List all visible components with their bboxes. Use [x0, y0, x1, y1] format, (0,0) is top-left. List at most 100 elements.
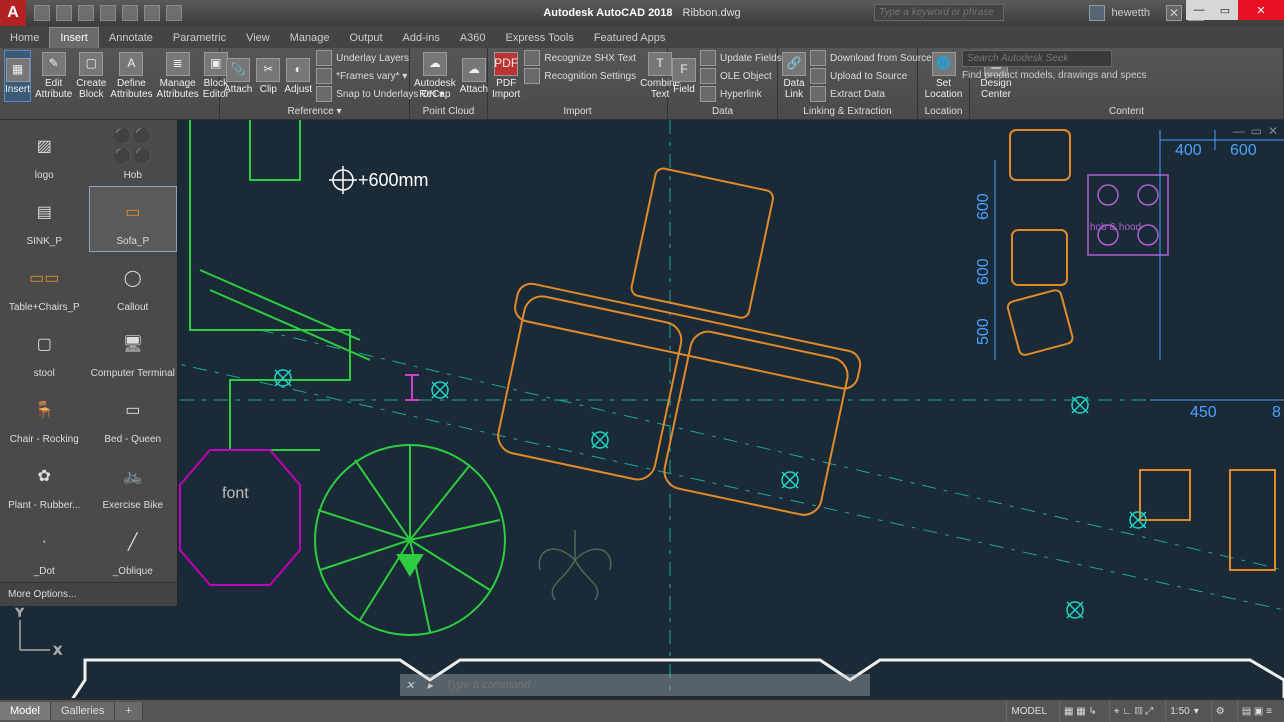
pc-attach-button[interactable]: ☁Attach — [460, 50, 488, 102]
tab-insert[interactable]: Insert — [49, 27, 99, 48]
status-snap-icons[interactable]: ⌖ ∟ ▥ ⤢ — [1109, 700, 1157, 722]
panel-linking-title: Linking & Extraction — [782, 104, 913, 119]
tab-parametric[interactable]: Parametric — [163, 28, 236, 48]
title-bar: A Autodesk AutoCAD 2018 Ribbon.dwg hewet… — [0, 0, 1284, 26]
dim-400: 400 — [1175, 142, 1202, 159]
tab-manage[interactable]: Manage — [280, 28, 340, 48]
panel-reference-title[interactable]: Reference ▾ — [224, 104, 405, 119]
palette-item-hob[interactable]: ⚫⚫ ⚫⚫Hob — [89, 120, 178, 186]
palette-item-table-chairs-p[interactable]: ▭▭Table+Chairs_P — [0, 252, 89, 318]
drawing-canvas[interactable]: font hob & hood 400 600 600 60 — [0, 120, 1284, 698]
viewport-min-icon[interactable]: — — [1233, 124, 1245, 138]
set-location-button[interactable]: 🌐Set Location — [922, 50, 965, 102]
palette-item-bed-queen[interactable]: ▭Bed - Queen — [89, 384, 178, 450]
palette-thumb-icon: 🪑 — [20, 390, 68, 430]
open-icon[interactable] — [56, 5, 72, 21]
palette-thumb-icon: ╱ — [109, 522, 157, 562]
command-line[interactable]: ✕ ▸ — [400, 674, 870, 696]
maximize-button[interactable]: ▭ — [1212, 0, 1238, 20]
attach-button[interactable]: 📎Attach — [224, 50, 252, 102]
palette-item-logo[interactable]: ▨logo — [0, 120, 89, 186]
palette-item-sink-p[interactable]: ▤SINK_P — [0, 186, 89, 252]
layout-tab-add[interactable]: + — [115, 702, 142, 720]
saveas-icon[interactable] — [100, 5, 116, 21]
palette-more-options[interactable]: More Options... — [0, 582, 177, 606]
create-block-icon: ▢ — [79, 52, 103, 76]
layers-icon — [316, 50, 332, 66]
tab-home[interactable]: Home — [0, 28, 49, 48]
cmd-prompt-icon: ▸ — [420, 679, 440, 692]
cmd-close-icon[interactable]: ✕ — [400, 679, 420, 692]
tab-express[interactable]: Express Tools — [496, 28, 584, 48]
adjust-button[interactable]: ◐Adjust — [284, 50, 312, 102]
palette-thumb-icon: 🖥 — [109, 324, 157, 364]
window-title: Autodesk AutoCAD 2018 Ribbon.dwg — [543, 7, 740, 19]
layout-tab-model[interactable]: Model — [0, 702, 51, 720]
status-bar: MODEL ▦ ▦ ↳ ⌖ ∟ ▥ ⤢ 1:50 ▾ ⚙ ▤ ▣ ≡ — [998, 700, 1284, 722]
viewport-max-icon[interactable]: ▭ — [1251, 124, 1262, 138]
recognition-settings-button[interactable]: Recognition Settings — [524, 68, 636, 84]
palette-item-stool[interactable]: ▢stool — [0, 318, 89, 384]
plot-icon[interactable] — [122, 5, 138, 21]
layout-tab-galleries[interactable]: Galleries — [51, 702, 115, 720]
status-grid-icon[interactable]: ▦ ▦ ↳ — [1059, 700, 1101, 722]
minimize-button[interactable]: — — [1186, 0, 1212, 20]
status-scale[interactable]: 1:50 ▾ — [1165, 700, 1203, 722]
define-attributes-button[interactable]: ADefine Attributes — [110, 50, 152, 102]
palette-thumb-icon: ▢ — [20, 324, 68, 364]
hyperlink-button[interactable]: Hyperlink — [700, 86, 782, 102]
help-search-input[interactable] — [874, 4, 1004, 21]
new-icon[interactable] — [34, 5, 50, 21]
undo-icon[interactable] — [144, 5, 160, 21]
download-source-button[interactable]: Download from Source — [810, 50, 932, 66]
palette-item-label: SINK_P — [26, 236, 62, 247]
layout-tabs: Model Galleries + MODEL ▦ ▦ ↳ ⌖ ∟ ▥ ⤢ 1:… — [0, 700, 1284, 722]
tab-view[interactable]: View — [236, 28, 280, 48]
status-gear-icon[interactable]: ⚙ — [1211, 700, 1229, 722]
create-block-button[interactable]: ▢Create Block — [76, 50, 106, 102]
manage-attributes-button[interactable]: ≣Manage Attributes — [157, 50, 199, 102]
field-button[interactable]: FField — [672, 50, 696, 102]
palette-item-sofa-p[interactable]: ▭Sofa_P — [89, 186, 178, 252]
manage-attr-icon: ≣ — [166, 52, 190, 76]
extract-icon — [810, 86, 826, 102]
palette-item-label: Bed - Queen — [104, 434, 161, 445]
close-button[interactable]: ✕ — [1238, 0, 1284, 20]
recognize-shx-button[interactable]: Recognize SHX Text — [524, 50, 636, 66]
autodesk-seek-input[interactable] — [962, 50, 1112, 67]
panel-data: FField Update Fields OLE Object Hyperlin… — [668, 48, 778, 119]
tab-addins[interactable]: Add-ins — [393, 28, 450, 48]
palette-item--dot[interactable]: ·_Dot — [0, 516, 89, 582]
command-input[interactable] — [440, 679, 870, 691]
redo-icon[interactable] — [166, 5, 182, 21]
save-icon[interactable] — [78, 5, 94, 21]
palette-item-callout[interactable]: ◯Callout — [89, 252, 178, 318]
palette-item-plant-rubber-[interactable]: ✿Plant - Rubber... — [0, 450, 89, 516]
data-link-button[interactable]: 🔗Data Link — [782, 50, 806, 102]
tab-a360[interactable]: A360 — [450, 28, 496, 48]
palette-item-chair-rocking[interactable]: 🪑Chair - Rocking — [0, 384, 89, 450]
tab-output[interactable]: Output — [340, 28, 393, 48]
extract-data-button[interactable]: Extract Data — [810, 86, 932, 102]
ole-object-button[interactable]: OLE Object — [700, 68, 782, 84]
status-model[interactable]: MODEL — [1006, 700, 1051, 722]
recap-button[interactable]: ☁Autodesk ReCap — [414, 50, 456, 102]
palette-item-exercise-bike[interactable]: 🚲Exercise Bike — [89, 450, 178, 516]
tab-featured[interactable]: Featured Apps — [584, 28, 676, 48]
palette-item--oblique[interactable]: ╱_Oblique — [89, 516, 178, 582]
palette-thumb-icon: ⚫⚫ ⚫⚫ — [109, 126, 157, 166]
palette-item-computer-terminal[interactable]: 🖥Computer Terminal — [89, 318, 178, 384]
tab-annotate[interactable]: Annotate — [99, 28, 163, 48]
insert-block-button[interactable]: ▦Insert — [4, 50, 31, 102]
exchange-icon[interactable]: ✕ — [1166, 5, 1182, 21]
status-more-icons[interactable]: ▤ ▣ ≡ — [1237, 700, 1276, 722]
pdf-import-button[interactable]: PDFPDF Import — [492, 50, 520, 102]
edit-attribute-button[interactable]: ✎Edit Attribute — [35, 50, 72, 102]
viewport-close-icon[interactable]: ✕ — [1268, 124, 1278, 138]
clip-button[interactable]: ✂Clip — [256, 50, 280, 102]
dim-600c: 600 — [975, 258, 992, 285]
update-fields-button[interactable]: Update Fields — [700, 50, 782, 66]
app-logo[interactable]: A — [0, 0, 26, 26]
upload-source-button[interactable]: Upload to Source — [810, 68, 932, 84]
edit-attr-icon: ✎ — [42, 52, 66, 76]
